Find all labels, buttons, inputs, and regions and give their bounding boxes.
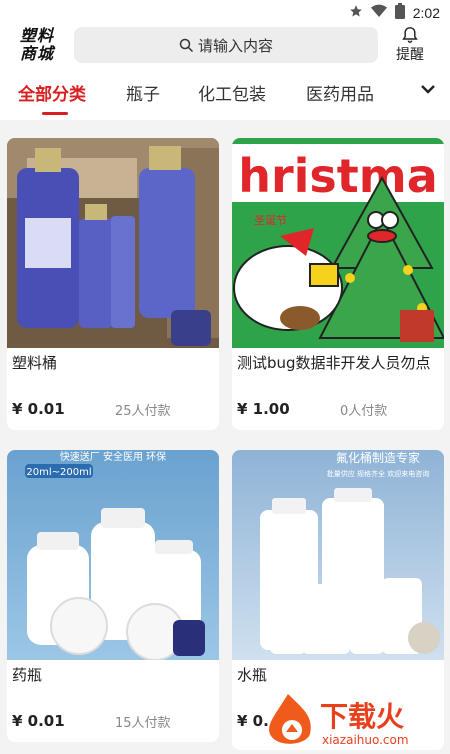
- product-price: ¥ 0.01: [12, 400, 65, 418]
- tab-all-categories[interactable]: 全部分类: [18, 80, 86, 105]
- product-card[interactable]: 快速送厂 安全医用 环保 20ml~200ml 药瓶 ¥ 0.01 15人付款: [7, 450, 219, 742]
- watermark-name: 下载火: [320, 700, 404, 733]
- search-input[interactable]: 请输入内容: [74, 27, 378, 63]
- product-paid-count: 0人付款: [340, 404, 388, 419]
- battery-icon: [394, 3, 405, 23]
- search-icon: [179, 38, 194, 53]
- product-title: 塑料桶: [12, 354, 58, 372]
- product-title: 水瓶: [237, 666, 268, 684]
- watermark-url: xiazaihuo.com: [322, 733, 409, 747]
- product-image[interactable]: [7, 138, 219, 348]
- product-card[interactable]: hristma 圣诞节 测试bug数据非开发人员勿点 ¥ 1.00 0人付款: [232, 138, 444, 430]
- category-tabs: 全部分类 瓶子 化工包装 医药用品: [0, 68, 450, 120]
- chevron-down-icon[interactable]: [416, 78, 440, 102]
- watermark-logo: 下载火 xiazaihuo.com: [262, 690, 450, 750]
- water-banner-text: 氟化桶制造专家: [336, 450, 420, 465]
- medicine-banner-text: 20ml~200ml: [26, 467, 91, 478]
- product-paid-count: 15人付款: [115, 716, 171, 731]
- bell-icon: [388, 26, 432, 44]
- tab-medical-supplies[interactable]: 医药用品: [306, 80, 374, 105]
- app-logo[interactable]: 塑料 商城: [20, 27, 72, 65]
- water-subtext: 批量供应 规格齐全 欢迎来电咨询: [327, 469, 429, 478]
- product-image[interactable]: 氟化桶制造专家 批量供应 规格齐全 欢迎来电咨询: [232, 450, 444, 660]
- header: 塑料 商城 请输入内容 提醒: [0, 24, 450, 68]
- active-tab-indicator: [42, 112, 68, 115]
- status-time: 2:02: [412, 5, 440, 21]
- product-title: 药瓶: [12, 666, 43, 684]
- tab-bottles[interactable]: 瓶子: [126, 80, 160, 105]
- christmas-subtext: 圣诞节: [254, 213, 287, 227]
- product-price: ¥ 0.01: [12, 712, 65, 730]
- medicine-top-text: 快速送厂 安全医用 环保: [60, 450, 166, 463]
- product-paid-count: 25人付款: [115, 404, 171, 419]
- christmas-text: hristma: [238, 149, 438, 203]
- remind-button[interactable]: 提醒: [388, 26, 432, 66]
- product-image[interactable]: 快速送厂 安全医用 环保 20ml~200ml: [7, 450, 219, 660]
- remind-label: 提醒: [396, 47, 424, 63]
- product-price: ¥ 1.00: [237, 400, 290, 418]
- product-card[interactable]: 塑料桶 ¥ 0.01 25人付款: [7, 138, 219, 430]
- status-bar: 2:02: [0, 0, 450, 24]
- star-icon: [349, 4, 363, 22]
- product-title: 测试bug数据非开发人员勿点: [237, 354, 431, 372]
- product-image[interactable]: hristma 圣诞节: [232, 138, 444, 348]
- tab-chemical-packaging[interactable]: 化工包装: [198, 80, 266, 105]
- search-placeholder: 请输入内容: [197, 36, 273, 55]
- wifi-icon: [370, 4, 387, 22]
